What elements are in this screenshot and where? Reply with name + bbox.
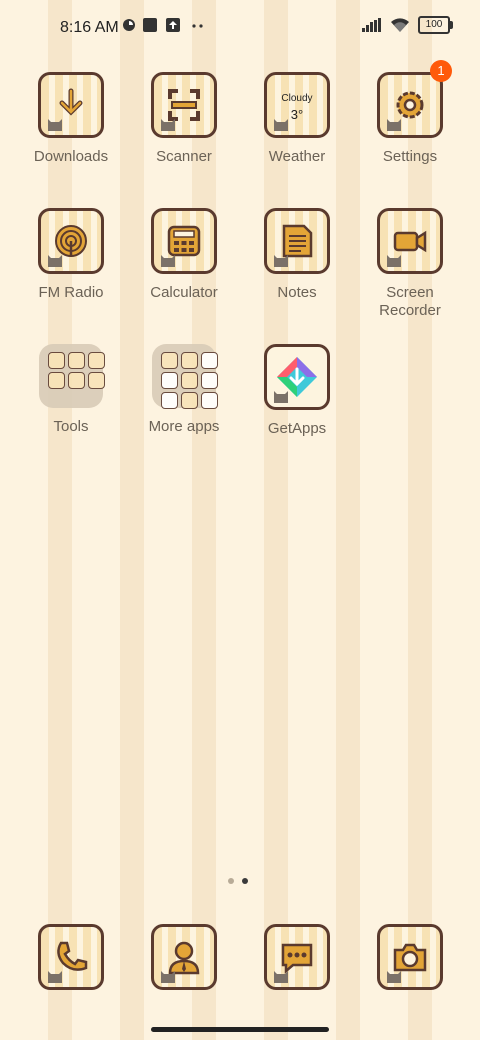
dock-messages[interactable] [241,924,353,990]
page-dot[interactable] [228,878,234,884]
app-getapps[interactable]: GetApps [241,344,353,438]
wifi-icon [391,18,409,32]
cat-icon [161,119,175,131]
app-label: Scanner [156,148,212,165]
folder-icon [39,344,105,408]
cat-icon [161,971,175,983]
battery-icon: 100 [418,16,453,34]
folder-more-apps[interactable]: More apps [128,344,240,436]
weather-condition: Cloudy [281,93,313,104]
app-downloads[interactable]: Downloads [15,72,127,166]
folder-icon [152,344,218,409]
dock-camera[interactable] [354,924,466,990]
app-label: Calculator [150,284,218,301]
home-indicator[interactable] [151,1027,329,1032]
app-label: Downloads [33,148,109,165]
dock-phone[interactable] [15,924,127,990]
page-dot-active[interactable] [242,878,248,884]
cat-icon [274,391,288,403]
cat-icon [48,119,62,131]
cat-icon [387,119,401,131]
app-label: Weather [268,148,326,165]
page-indicator[interactable] [228,878,248,884]
app-label: Settings [382,148,438,165]
cat-icon [274,255,288,267]
app-screen-recorder[interactable]: Screen Recorder [354,208,466,320]
signal-icon [362,18,381,32]
cat-icon [387,255,401,267]
square-icon [143,18,157,32]
cat-icon [48,255,62,267]
app-notes[interactable]: Notes [241,208,353,302]
status-time: 8:16 AM [60,19,119,36]
app-scanner[interactable]: Scanner [128,72,240,166]
cat-icon [274,119,288,131]
cat-icon [274,971,288,983]
app-label: More apps [148,418,220,435]
cat-icon [48,971,62,983]
more-icon [192,24,203,28]
folder-tools[interactable]: Tools [15,344,127,436]
status-bar: 8:16 AM 100 [0,0,480,56]
app-label: Screen Recorder [379,284,441,319]
cat-icon [387,971,401,983]
app-weather[interactable]: Cloudy 3° Weather [241,72,353,166]
cat-icon [161,255,175,267]
app-settings[interactable]: 1 Settings [354,60,466,166]
app-fm-radio[interactable]: FM Radio [15,208,127,302]
dock-contacts[interactable] [128,924,240,990]
sync-icon [123,19,135,31]
notification-badge: 1 [430,60,452,82]
upload-icon [166,18,180,32]
app-calculator[interactable]: Calculator [128,208,240,302]
app-label: FM Radio [38,284,104,301]
app-label: Notes [277,284,317,301]
app-label: GetApps [267,420,327,437]
app-label: Tools [53,418,89,435]
